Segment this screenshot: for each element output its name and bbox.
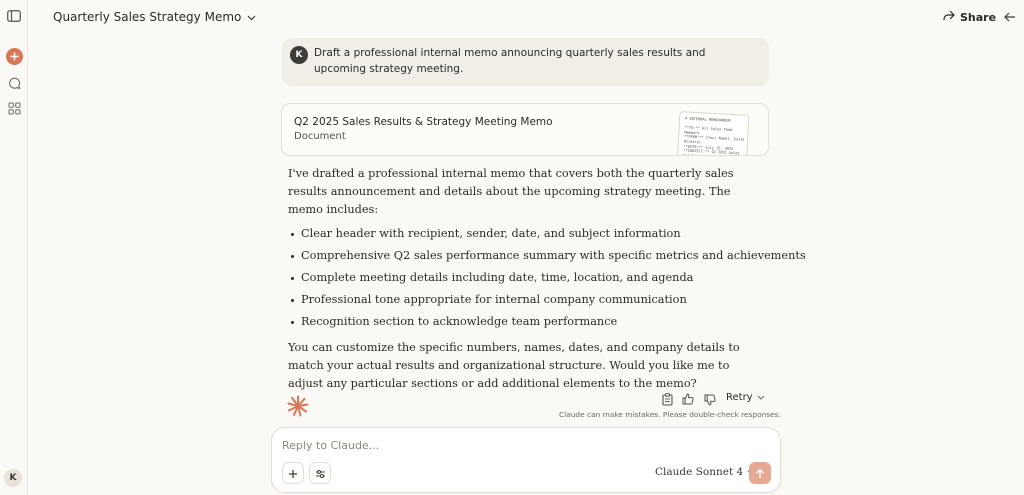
response-outro: You can customize the specific numbers, … [288, 341, 740, 390]
claude-logo-icon [287, 395, 309, 417]
back-arrow-icon[interactable] [1001, 8, 1019, 26]
list-item: Professional tone appropriate for intern… [288, 291, 748, 313]
sidebar-toggle-icon[interactable] [4, 6, 24, 26]
plus-icon [288, 464, 298, 483]
share-icon [943, 10, 955, 24]
chevron-down-icon [757, 392, 765, 403]
arrow-up-icon [755, 464, 765, 483]
artifact-title: Q2 2025 Sales Results & Strategy Meeting… [294, 116, 553, 128]
tools-button[interactable] [309, 462, 331, 484]
left-sidebar: K [0, 0, 28, 495]
list-item: Complete meeting details including date,… [288, 269, 748, 291]
share-button[interactable]: Share [943, 8, 996, 26]
artifact-preview-thumbnail: # INTERNAL MEMORANDUM **TO:** All Sales … [676, 111, 750, 155]
user-avatar[interactable]: K [4, 469, 22, 487]
projects-icon[interactable] [4, 98, 24, 118]
sliders-icon [315, 464, 326, 483]
conversation-title-button[interactable]: Quarterly Sales Strategy Memo [53, 8, 256, 26]
reply-input[interactable] [282, 437, 762, 453]
retry-button[interactable]: Retry [726, 392, 765, 403]
artifact-card[interactable]: Q2 2025 Sales Results & Strategy Meeting… [281, 103, 769, 156]
list-item: Clear header with recipient, sender, dat… [288, 225, 748, 247]
artifact-type: Document [294, 131, 346, 142]
chevron-down-icon [247, 10, 256, 24]
disclaimer-text: Claude can make mistakes. Please double-… [559, 410, 781, 419]
response-intro: I've drafted a professional internal mem… [288, 167, 734, 216]
user-message-text: Draft a professional internal memo annou… [314, 47, 706, 75]
user-message-avatar: K [290, 46, 308, 64]
share-label: Share [960, 10, 997, 24]
add-attachment-button[interactable] [282, 462, 304, 484]
send-button[interactable] [749, 462, 771, 484]
new-chat-icon[interactable] [4, 46, 24, 66]
copy-icon[interactable] [660, 392, 674, 406]
chats-icon[interactable] [4, 73, 24, 93]
response-bullet-list: Clear header with recipient, sender, dat… [288, 225, 806, 335]
user-message: K Draft a professional internal memo ann… [282, 38, 769, 86]
retry-label: Retry [726, 392, 753, 403]
model-name: Claude Sonnet 4 [655, 466, 744, 478]
list-item: Recognition section to acknowledge team … [288, 313, 748, 335]
thumbs-down-icon[interactable] [703, 393, 717, 407]
message-composer: Claude Sonnet 4 [271, 427, 781, 493]
assistant-response: I've drafted a professional internal mem… [288, 165, 806, 393]
list-item: Comprehensive Q2 sales performance summa… [288, 247, 806, 269]
conversation-title: Quarterly Sales Strategy Memo [53, 10, 242, 24]
thumbs-up-icon[interactable] [681, 392, 695, 406]
model-selector[interactable]: Claude Sonnet 4 [655, 466, 755, 478]
